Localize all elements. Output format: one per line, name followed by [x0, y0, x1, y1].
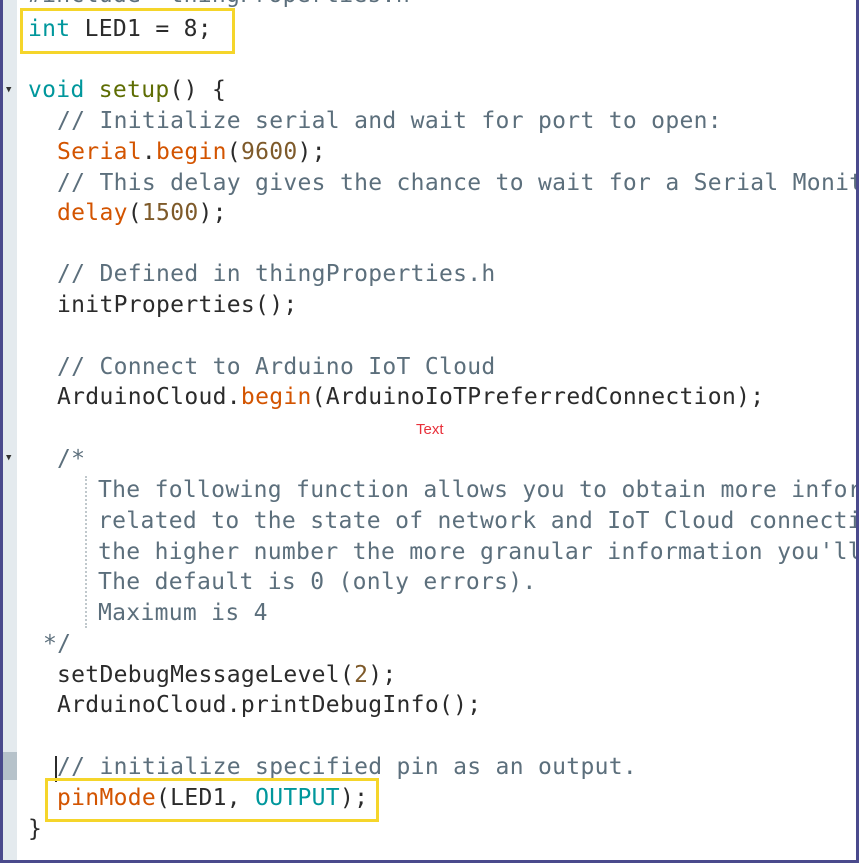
code-comment-block-line-2: related to the state of network and IoT … [98, 508, 859, 534]
annotation-label: Text [416, 421, 444, 438]
debug-level-number: 2 [354, 662, 369, 688]
keyword-void: void [28, 77, 85, 103]
close-paren: ); [368, 662, 397, 688]
code-block-comment-open: /* [57, 446, 86, 472]
code-line-cloud-begin: ArduinoCloud.begin(ArduinoIoTPreferredCo… [57, 382, 764, 412]
code-comment-defined-in: // Defined in thingProperties.h [57, 261, 496, 287]
close-paren: ); [297, 139, 326, 165]
open-paren: ( [127, 200, 142, 226]
highlight-box-pinmode [45, 778, 379, 822]
screenshot-frame: ▼ ▼ #include "thingProperties.h" int LED… [0, 0, 859, 863]
code-line-set-debug-level: setDebugMessageLevel(2); [57, 660, 397, 690]
code-line-init-properties: initProperties(); [57, 292, 298, 318]
set-debug-call: setDebugMessageLevel( [57, 662, 355, 688]
open-paren: ( [226, 139, 241, 165]
baud-rate-number: 9600 [240, 139, 298, 165]
cloud-begin-args: (ArduinoIoTPreferredConnection); [311, 384, 765, 410]
builtin-delay: delay [57, 200, 128, 226]
cloud-object: ArduinoCloud. [57, 384, 241, 410]
fold-triangle-icon[interactable]: ▼ [6, 453, 11, 463]
delay-number: 1500 [141, 200, 199, 226]
code-line-delay: delay(1500); [57, 198, 227, 228]
code-line-serial-begin: Serial.begin(9600); [57, 137, 326, 167]
code-line-setup-signature: void setup() { [28, 75, 226, 105]
gutter-line-marker [3, 752, 17, 780]
close-paren: ); [198, 200, 227, 226]
builtin-serial: Serial [57, 139, 142, 165]
code-comment-connect: // Connect to Arduino IoT Cloud [57, 354, 496, 380]
comment-indent-guide [85, 476, 87, 628]
method-begin: begin [156, 139, 227, 165]
highlight-box-led-declaration [20, 8, 235, 54]
code-comment-block-line-5: Maximum is 4 [98, 600, 268, 626]
code-line-print-debug-info: ArduinoCloud.printDebugInfo(); [57, 692, 482, 718]
dot-operator: . [141, 139, 157, 165]
setup-parens: () { [169, 77, 227, 103]
fold-triangle-icon[interactable]: ▼ [6, 85, 11, 95]
method-begin: begin [240, 384, 312, 410]
code-comment-block-line-4: The default is 0 (only errors). [98, 569, 537, 595]
code-comment-delay: // This delay gives the chance to wait f… [57, 170, 859, 196]
function-setup: setup [98, 77, 170, 103]
code-line-closing-brace: } [28, 816, 43, 842]
code-comment-initialize-serial: // Initialize serial and wait for port t… [57, 108, 722, 134]
code-comment-block-line-3: the higher number the more granular info… [98, 539, 859, 565]
code-block-comment-close: */ [43, 631, 72, 657]
code-comment-block-line-1: The following function allows you to obt… [98, 477, 859, 503]
editor-gutter [3, 0, 17, 860]
